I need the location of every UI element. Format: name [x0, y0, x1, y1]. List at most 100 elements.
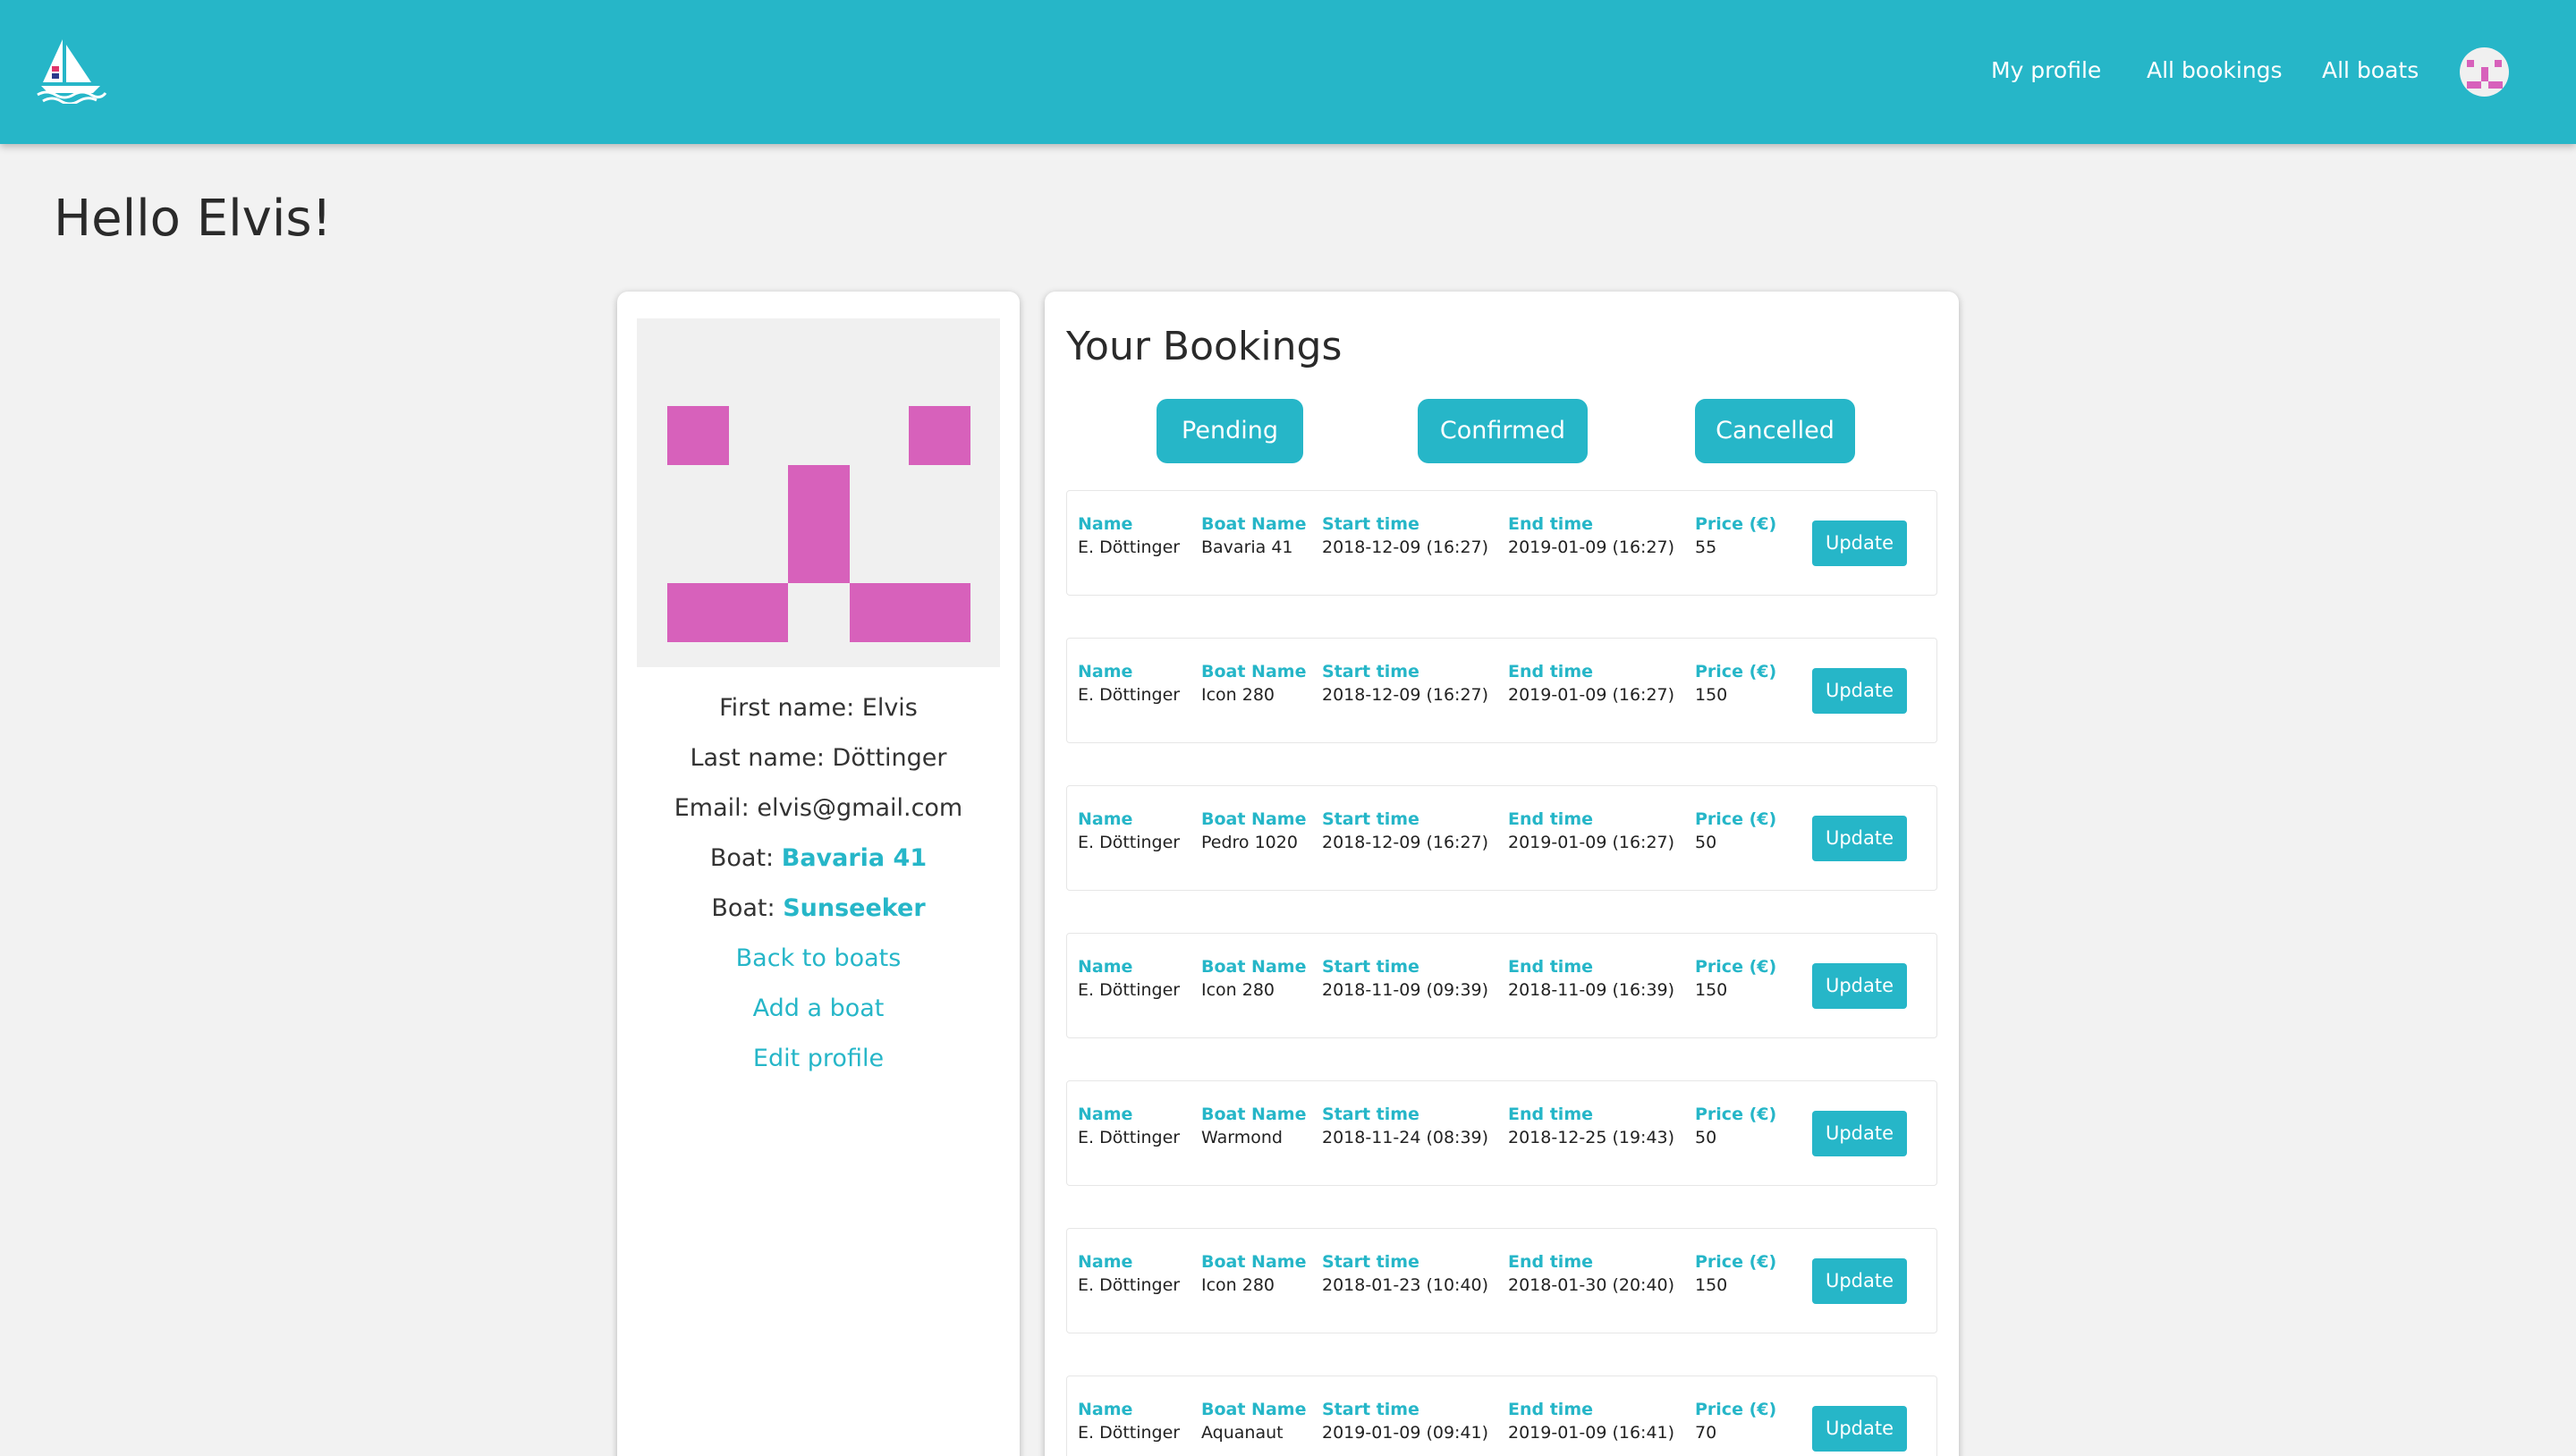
booking-start-time-cell: Start time 2018-11-09 (09:39)	[1322, 955, 1488, 1002]
update-booking-button[interactable]: Update	[1812, 668, 1907, 714]
update-booking-button[interactable]: Update	[1812, 1111, 1907, 1156]
booking-end-time-label: End time	[1508, 809, 1593, 829]
booking-start-time-label: Start time	[1322, 1252, 1419, 1272]
booking-start-time-value: 2019-01-09 (09:41)	[1322, 1423, 1489, 1443]
booking-end-time-cell: End time 2019-01-09 (16:27)	[1508, 512, 1674, 559]
booking-price-value: 50	[1695, 1128, 1717, 1147]
booking-start-time-value: 2018-01-23 (10:40)	[1322, 1275, 1489, 1295]
booking-start-time-label: Start time	[1322, 662, 1419, 681]
booking-start-time-cell: Start time 2019-01-09 (09:41)	[1322, 1398, 1488, 1444]
booking-boat-name-label: Boat Name	[1201, 1400, 1307, 1419]
booking-boat-name-value: Pedro 1020	[1201, 833, 1298, 852]
update-booking-button[interactable]: Update	[1812, 1406, 1907, 1452]
booking-boat-name-cell: Boat Name Pedro 1020	[1201, 808, 1306, 854]
booking-name-cell: Name E. Döttinger	[1078, 512, 1180, 559]
update-booking-button[interactable]: Update	[1812, 1258, 1907, 1304]
booking-boat-name-cell: Boat Name Bavaria 41	[1201, 512, 1306, 559]
update-booking-button[interactable]: Update	[1812, 963, 1907, 1009]
booking-price-label: Price (€)	[1695, 514, 1777, 534]
booking-end-time-value: 2018-12-25 (19:43)	[1508, 1128, 1675, 1147]
booking-name-cell: Name E. Döttinger	[1078, 1398, 1180, 1444]
booking-start-time-value: 2018-12-09 (16:27)	[1322, 833, 1489, 852]
booking-boat-name-label: Boat Name	[1201, 662, 1307, 681]
top-navbar: My profile All bookings All boats	[0, 0, 2576, 144]
booking-name-value: E. Döttinger	[1078, 1423, 1181, 1443]
booking-start-time-label: Start time	[1322, 1105, 1419, 1124]
confirmed-filter-button[interactable]: Confirmed	[1418, 399, 1588, 463]
booking-end-time-label: End time	[1508, 1252, 1593, 1272]
booking-price-value: 55	[1695, 538, 1717, 557]
booking-row: Name E. Döttinger Boat Name Pedro 1020 Start…	[1066, 785, 1937, 891]
booking-price-value: 150	[1695, 980, 1728, 1000]
booking-end-time-value: 2019-01-09 (16:41)	[1508, 1423, 1675, 1443]
cancelled-filter-button[interactable]: Cancelled	[1695, 399, 1855, 463]
booking-name-value: E. Döttinger	[1078, 685, 1181, 705]
nav-all-bookings[interactable]: All bookings	[2147, 57, 2283, 83]
booking-start-time-value: 2018-11-24 (08:39)	[1322, 1128, 1489, 1147]
boat-prefix-label: Boat:	[711, 894, 784, 922]
nav-my-profile[interactable]: My profile	[1991, 57, 2101, 83]
booking-boat-name-cell: Boat Name Icon 280	[1201, 955, 1306, 1002]
booking-name-cell: Name E. Döttinger	[1078, 808, 1180, 854]
booking-row: Name E. Döttinger Boat Name Icon 280 Start t…	[1066, 933, 1937, 1038]
booking-start-time-cell: Start time 2018-12-09 (16:27)	[1322, 808, 1488, 854]
booking-boat-name-value: Warmond	[1201, 1128, 1283, 1147]
booking-price-label: Price (€)	[1695, 662, 1777, 681]
add-boat-link[interactable]: Add a boat	[617, 995, 1020, 1022]
booking-price-value: 70	[1695, 1423, 1717, 1443]
booking-end-time-cell: End time 2019-01-09 (16:41)	[1508, 1398, 1674, 1444]
booking-start-time-label: Start time	[1322, 957, 1419, 977]
booking-boat-name-value: Aquanaut	[1201, 1423, 1284, 1443]
booking-end-time-cell: End time 2018-01-30 (20:40)	[1508, 1250, 1674, 1297]
booking-boat-name-value: Bavaria 41	[1201, 538, 1293, 557]
booking-start-time-value: 2018-11-09 (09:39)	[1322, 980, 1489, 1000]
booking-row: Name E. Döttinger Boat Name Icon 280 Start t…	[1066, 638, 1937, 743]
user-avatar-icon[interactable]	[2460, 47, 2509, 97]
booking-price-label: Price (€)	[1695, 1400, 1777, 1419]
booking-name-cell: Name E. Döttinger	[1078, 1103, 1180, 1149]
booking-name-cell: Name E. Döttinger	[1078, 955, 1180, 1002]
booking-price-label: Price (€)	[1695, 1105, 1777, 1124]
update-booking-button[interactable]: Update	[1812, 816, 1907, 861]
nav-all-boats[interactable]: All boats	[2322, 57, 2419, 83]
booking-end-time-cell: End time 2019-01-09 (16:27)	[1508, 808, 1674, 854]
booking-price-cell: Price (€) 55	[1695, 512, 1776, 559]
booking-price-value: 150	[1695, 685, 1728, 705]
last-name-text: Last name: Döttinger	[690, 744, 947, 772]
booking-end-time-label: End time	[1508, 1105, 1593, 1124]
booking-boat-name-label: Boat Name	[1201, 514, 1307, 534]
booking-end-time-label: End time	[1508, 662, 1593, 681]
booking-name-label: Name	[1078, 809, 1133, 829]
boat-line-2: Boat: Sunseeker	[617, 894, 1020, 922]
boat-line-1: Boat: Bavaria 41	[617, 844, 1020, 872]
booking-end-time-label: End time	[1508, 514, 1593, 534]
edit-profile-link[interactable]: Edit profile	[617, 1045, 1020, 1072]
boat-link-sunseeker[interactable]: Sunseeker	[783, 894, 925, 922]
booking-end-time-value: 2018-11-09 (16:39)	[1508, 980, 1675, 1000]
booking-end-time-value: 2019-01-09 (16:27)	[1508, 833, 1675, 852]
pending-filter-button[interactable]: Pending	[1157, 399, 1303, 463]
booking-name-label: Name	[1078, 957, 1133, 977]
booking-boat-name-label: Boat Name	[1201, 809, 1307, 829]
booking-boat-name-label: Boat Name	[1201, 1105, 1307, 1124]
bookings-title: Your Bookings	[1066, 324, 1343, 369]
booking-name-label: Name	[1078, 1252, 1133, 1272]
booking-boat-name-label: Boat Name	[1201, 1252, 1307, 1272]
booking-price-label: Price (€)	[1695, 957, 1777, 977]
booking-price-label: Price (€)	[1695, 1252, 1777, 1272]
booking-price-cell: Price (€) 150	[1695, 1250, 1776, 1297]
booking-price-cell: Price (€) 50	[1695, 1103, 1776, 1149]
booking-boat-name-cell: Boat Name Aquanaut	[1201, 1398, 1306, 1444]
update-booking-button[interactable]: Update	[1812, 521, 1907, 566]
booking-end-time-label: End time	[1508, 957, 1593, 977]
booking-start-time-value: 2018-12-09 (16:27)	[1322, 685, 1489, 705]
sailboat-logo-icon[interactable]	[36, 36, 107, 106]
booking-price-cell: Price (€) 50	[1695, 808, 1776, 854]
profile-card: First name: Elvis Last name: Döttinger E…	[617, 292, 1020, 1456]
boat-link-bavaria-41[interactable]: Bavaria 41	[782, 844, 927, 872]
booking-name-label: Name	[1078, 662, 1133, 681]
booking-row: Name E. Döttinger Boat Name Bavaria 41 Start…	[1066, 490, 1937, 596]
back-to-boats-link[interactable]: Back to boats	[617, 944, 1020, 972]
email-text: Email: elvis@gmail.com	[674, 794, 963, 822]
booking-boat-name-cell: Boat Name Warmond	[1201, 1103, 1306, 1149]
